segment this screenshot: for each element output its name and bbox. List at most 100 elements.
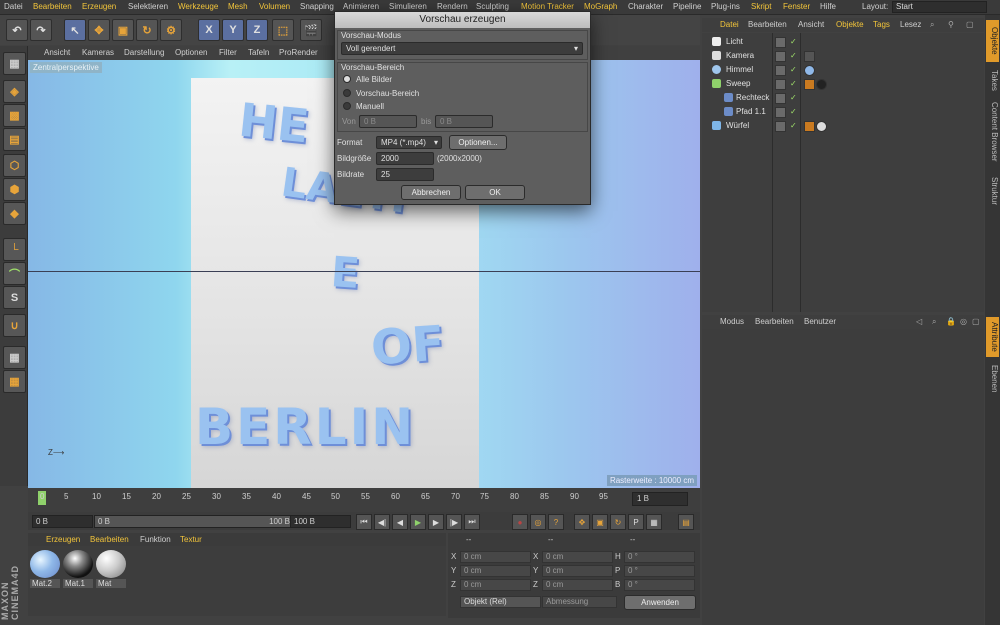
tab-ebenen[interactable]: Ebenen [986, 361, 999, 397]
enabled-check-icon[interactable]: ✓ [790, 51, 797, 60]
menu-datei[interactable]: Datei [4, 2, 23, 11]
enabled-check-icon[interactable]: ✓ [790, 79, 797, 88]
undo-icon[interactable]: ↶ [6, 19, 28, 41]
radio-all-frames[interactable]: Alle Bilder [343, 75, 392, 84]
vp-menu-filter[interactable]: Filter [219, 48, 237, 57]
vp-menu-optionen[interactable]: Optionen [175, 48, 207, 57]
menu-bearbeiten[interactable]: Bearbeiten [33, 2, 72, 11]
menu-mograph[interactable]: MoGraph [584, 2, 617, 11]
points-mode-icon[interactable]: ⬡ [3, 154, 26, 177]
object-row[interactable]: Licht ✓ [702, 35, 984, 49]
from-field[interactable]: 0 B [359, 115, 417, 128]
coord-field[interactable]: 0 cm [542, 551, 613, 563]
go-to-start-icon[interactable]: ⏮ [356, 514, 372, 530]
vp-menu-prorender[interactable]: ProRender [279, 48, 318, 57]
menu-skript[interactable]: Skript [751, 2, 771, 11]
coord-field[interactable]: 0 cm [542, 565, 613, 577]
timeline[interactable]: 0 5 10 15 20 25 30 35 40 45 50 55 60 65 … [28, 488, 700, 512]
edges-mode-icon[interactable]: ⬢ [3, 178, 26, 201]
attr-menu-modus[interactable]: Modus [720, 317, 744, 326]
phong-tag-icon[interactable] [804, 121, 815, 132]
object-row[interactable]: Himmel ✓ [702, 63, 984, 77]
coord-field[interactable]: 0 ° [624, 579, 695, 591]
mat-menu-textur[interactable]: Textur [180, 535, 202, 544]
end-frame-field[interactable]: 100 B [290, 515, 351, 528]
z-axis-button[interactable]: Z [246, 19, 268, 41]
material-swatch[interactable]: Mat.1 [63, 550, 93, 590]
protection-tag-icon[interactable] [804, 51, 815, 62]
mat-menu-erzeugen[interactable]: Erzeugen [46, 535, 80, 544]
menu-rendern[interactable]: Rendern [437, 2, 468, 11]
preview-mode-select[interactable]: Voll gerendert ▾ [341, 42, 583, 55]
enabled-check-icon[interactable]: ✓ [790, 37, 797, 46]
next-frame-icon[interactable]: ▶ [428, 514, 444, 530]
select-tool-icon[interactable]: ↖ [64, 19, 86, 41]
object-row[interactable]: Sweep ✓ [702, 77, 984, 91]
menu-hilfe[interactable]: Hilfe [820, 2, 836, 11]
menu-fenster[interactable]: Fenster [783, 2, 810, 11]
layer-box[interactable] [775, 93, 786, 104]
enabled-check-icon[interactable]: ✓ [790, 93, 797, 102]
coordinate-system-icon[interactable]: ⬚ [272, 19, 294, 41]
menu-erzeugen[interactable]: Erzeugen [82, 2, 116, 11]
vp-menu-darstellung[interactable]: Darstellung [124, 48, 164, 57]
key-pla-icon[interactable]: ▦ [646, 514, 662, 530]
layer-box[interactable] [775, 121, 786, 132]
object-row[interactable]: Würfel ✓ [702, 119, 984, 133]
attr-menu-bearbeiten[interactable]: Bearbeiten [755, 317, 794, 326]
menu-plugins[interactable]: Plug-ins [711, 2, 740, 11]
menu-animieren[interactable]: Animieren [343, 2, 379, 11]
object-row[interactable]: Kamera ✓ [702, 49, 984, 63]
vp-menu-ansicht[interactable]: Ansicht [44, 48, 70, 57]
enabled-check-icon[interactable]: ✓ [790, 65, 797, 74]
tab-attribute[interactable]: Attribute [986, 317, 999, 357]
mat-menu-bearbeiten[interactable]: Bearbeiten [90, 535, 129, 544]
radio-preview-range[interactable]: Vorschau-Bereich [343, 89, 419, 98]
settings-icon[interactable]: ◎ [960, 317, 967, 326]
phong-tag-icon[interactable] [804, 79, 815, 90]
coord-field[interactable]: 0 ° [624, 551, 695, 563]
start-frame-field[interactable]: 0 B [32, 515, 93, 528]
obj-menu-bearbeiten[interactable]: Bearbeiten [748, 20, 787, 29]
texture-mode-icon[interactable]: ▩ [3, 104, 26, 127]
attr-menu-benutzer[interactable]: Benutzer [804, 317, 836, 326]
menu-mesh[interactable]: Mesh [228, 2, 248, 11]
menu-pipeline[interactable]: Pipeline [673, 2, 701, 11]
layer-box[interactable] [775, 107, 786, 118]
obj-menu-tags[interactable]: Tags [873, 20, 890, 29]
menu-simulieren[interactable]: Simulieren [389, 2, 427, 11]
menu-werkzeuge[interactable]: Werkzeuge [178, 2, 218, 11]
menu-sculpting[interactable]: Sculpting [476, 2, 509, 11]
key-rotation-icon[interactable]: ↻ [610, 514, 626, 530]
render-view-icon[interactable]: 🎬 [300, 19, 322, 41]
back-icon[interactable]: ◁ [916, 317, 922, 326]
keyframe-help-icon[interactable]: ? [548, 514, 564, 530]
coord-field[interactable]: 0 cm [460, 551, 531, 563]
material-swatch[interactable]: Mat [96, 550, 126, 590]
size-field[interactable]: 2000 [376, 152, 434, 165]
mat-menu-funktion[interactable]: Funktion [140, 535, 171, 544]
floor-grid-icon[interactable]: ▦ [3, 370, 26, 393]
material-tag-icon[interactable] [804, 65, 815, 76]
grid-icon[interactable]: ▦ [3, 346, 26, 369]
object-row[interactable]: Rechteck ✓ [702, 91, 984, 105]
range-slider[interactable]: 0 B 100 B [94, 515, 295, 528]
apply-button[interactable]: Anwenden [624, 595, 696, 610]
model-mode-icon[interactable]: ◈ [3, 80, 26, 103]
obj-menu-lesezeichen[interactable]: Lesez [900, 20, 921, 29]
workplane-icon[interactable]: ▤ [3, 128, 26, 151]
move-tool-icon[interactable]: ✥ [88, 19, 110, 41]
new-window-icon[interactable]: ▢ [972, 317, 980, 326]
format-select[interactable]: MP4 (*.mp4) ▾ [376, 136, 442, 149]
layer-box[interactable] [775, 37, 786, 48]
to-field[interactable]: 0 B [435, 115, 493, 128]
search-icon[interactable]: ⌕ [932, 317, 936, 327]
coord-field[interactable]: 0 ° [624, 565, 695, 577]
make-editable-icon[interactable]: ▦ [3, 52, 26, 75]
obj-menu-datei[interactable]: Datei [720, 20, 739, 29]
filter-icon[interactable]: ⚲ [948, 20, 954, 29]
coord-field[interactable]: 0 cm [542, 579, 613, 591]
radio-manual[interactable]: Manuell [343, 102, 384, 111]
material-swatch[interactable]: Mat.2 [30, 550, 60, 590]
next-key-icon[interactable]: |▶ [446, 514, 462, 530]
